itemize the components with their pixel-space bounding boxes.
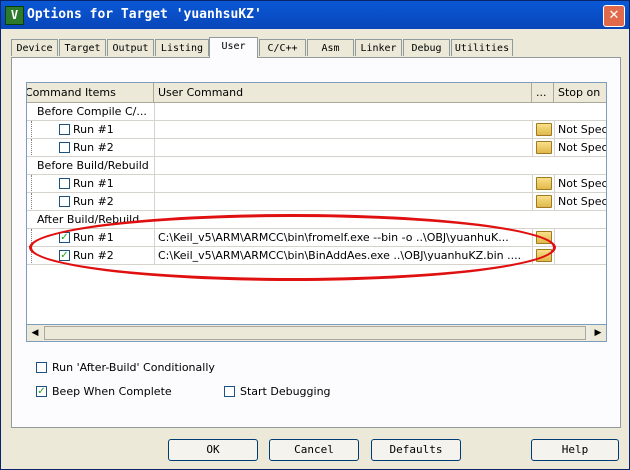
header-stop-on[interactable]: Stop on <box>554 83 606 103</box>
tab-target[interactable]: Target <box>59 39 106 56</box>
help-button[interactable]: Help <box>531 439 619 461</box>
group-label: Before Build/Rebuild <box>37 159 149 172</box>
run-label: Run #1 <box>73 123 114 136</box>
user-tab-panel: Command Items User Command ... Stop on B… <box>11 57 621 428</box>
user-command-field[interactable]: C:\Keil_v5\ARM\ARMCC\bin\fromelf.exe --b… <box>154 229 532 246</box>
run-label: Run #2 <box>73 249 114 262</box>
run-checkbox-checked[interactable]: ✓ <box>59 250 70 261</box>
tab-strip: Device Target Output Listing User C/C++ … <box>11 37 621 58</box>
keil-app-icon: V <box>5 6 24 25</box>
user-command-field[interactable] <box>154 193 532 210</box>
run-label: Run #2 <box>73 141 114 154</box>
scroll-left-icon[interactable]: ◀ <box>27 325 43 341</box>
stop-on-cell[interactable]: Not Spec <box>554 175 606 192</box>
stop-on-cell[interactable]: Not Spec <box>554 139 606 156</box>
tab-asm[interactable]: Asm <box>307 39 354 56</box>
table-row[interactable]: ✓ Run #1 C:\Keil_v5\ARM\ARMCC\bin\fromelf… <box>27 229 606 247</box>
scroll-thumb[interactable] <box>44 326 586 340</box>
user-command-field[interactable] <box>154 175 532 192</box>
user-command-field[interactable] <box>154 121 532 138</box>
close-button[interactable]: ✕ <box>603 5 625 27</box>
beep-label: Beep When Complete <box>52 385 172 398</box>
folder-icon[interactable] <box>536 123 552 136</box>
run-label: Run #2 <box>73 195 114 208</box>
start-debugging-option[interactable]: Start Debugging <box>224 385 331 398</box>
start-debugging-checkbox[interactable] <box>224 385 235 397</box>
tab-linker[interactable]: Linker <box>355 39 402 56</box>
title-bar[interactable]: V Options for Target 'yuanhsuKZ' ✕ <box>1 1 629 29</box>
horizontal-scrollbar[interactable]: ◀ ▶ <box>26 325 607 342</box>
run-after-build-option[interactable]: Run 'After-Build' Conditionally <box>36 361 215 374</box>
table-row[interactable]: ✓ Run #2 C:\Keil_v5\ARM\ARMCC\bin\BinAddA… <box>27 247 606 265</box>
folder-icon[interactable] <box>536 177 552 190</box>
stop-on-cell[interactable]: Not Spec <box>554 121 606 138</box>
group-label: After Build/Rebuild <box>37 213 140 226</box>
run-checkbox[interactable] <box>59 196 70 207</box>
header-user-command[interactable]: User Command <box>154 83 532 103</box>
run-checkbox[interactable] <box>59 124 70 135</box>
table-row[interactable]: Run #1 Not Spec <box>27 175 606 193</box>
user-command-grid[interactable]: Command Items User Command ... Stop on B… <box>26 82 607 325</box>
tab-utilities[interactable]: Utilities <box>451 39 513 56</box>
beep-checkbox[interactable]: ✓ <box>36 385 47 397</box>
stop-on-cell[interactable] <box>554 229 606 246</box>
table-row[interactable]: Run #2 Not Spec <box>27 139 606 157</box>
ok-button[interactable]: OK <box>168 439 258 461</box>
run-after-build-label: Run 'After-Build' Conditionally <box>52 361 215 374</box>
tab-c-cpp[interactable]: C/C++ <box>259 39 306 56</box>
cancel-button[interactable]: Cancel <box>269 439 359 461</box>
run-checkbox[interactable] <box>59 178 70 189</box>
run-after-build-checkbox[interactable] <box>36 361 47 373</box>
header-browse[interactable]: ... <box>532 83 554 103</box>
run-checkbox-checked[interactable]: ✓ <box>59 232 70 243</box>
stop-on-cell[interactable] <box>554 247 606 264</box>
tab-output[interactable]: Output <box>107 39 154 56</box>
folder-icon[interactable] <box>536 141 552 154</box>
folder-icon[interactable] <box>536 195 552 208</box>
stop-on-cell[interactable]: Not Spec <box>554 193 606 210</box>
tab-debug[interactable]: Debug <box>403 39 450 56</box>
group-row-after-build[interactable]: After Build/Rebuild <box>27 211 606 229</box>
table-row[interactable]: Run #1 Not Spec <box>27 121 606 139</box>
table-row[interactable]: Run #2 Not Spec <box>27 193 606 211</box>
tab-user[interactable]: User <box>209 37 258 58</box>
tab-listing[interactable]: Listing <box>155 39 209 56</box>
header-command-items[interactable]: Command Items <box>27 83 154 103</box>
group-row-before-compile[interactable]: Before Compile C/... <box>27 103 606 121</box>
start-debugging-label: Start Debugging <box>240 385 331 398</box>
group-row-before-build[interactable]: Before Build/Rebuild <box>27 157 606 175</box>
beep-option[interactable]: ✓ Beep When Complete <box>36 385 172 398</box>
tab-device[interactable]: Device <box>11 39 58 56</box>
user-command-field[interactable]: C:\Keil_v5\ARM\ARMCC\bin\BinAddAes.exe .… <box>154 247 532 264</box>
window-title: Options for Target 'yuanhsuKZ' <box>27 7 262 22</box>
group-label: Before Compile C/... <box>37 105 147 118</box>
scroll-right-icon[interactable]: ▶ <box>590 325 606 341</box>
options-dialog: V Options for Target 'yuanhsuKZ' ✕ Devic… <box>0 0 630 470</box>
run-label: Run #1 <box>73 231 114 244</box>
folder-icon[interactable] <box>536 249 552 262</box>
user-command-field[interactable] <box>154 139 532 156</box>
run-label: Run #1 <box>73 177 114 190</box>
defaults-button[interactable]: Defaults <box>371 439 461 461</box>
run-checkbox[interactable] <box>59 142 70 153</box>
folder-icon[interactable] <box>536 231 552 244</box>
